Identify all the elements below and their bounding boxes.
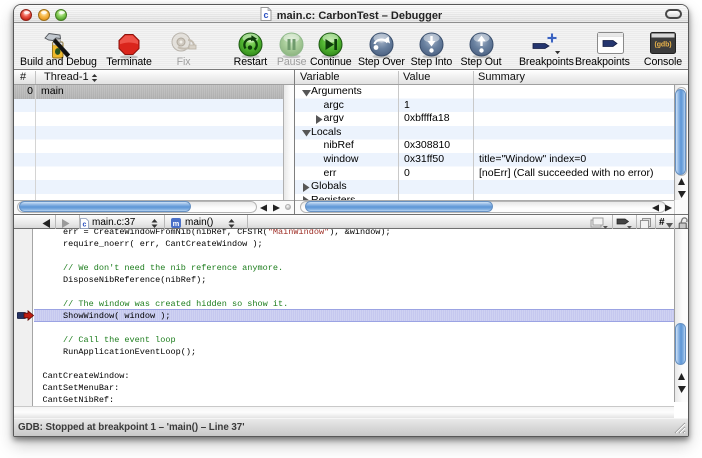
svg-text:c: c [263,10,268,20]
svg-text:c: c [83,221,87,228]
svg-text:m: m [173,219,180,228]
svg-text:(gdb): (gdb) [655,41,672,48]
